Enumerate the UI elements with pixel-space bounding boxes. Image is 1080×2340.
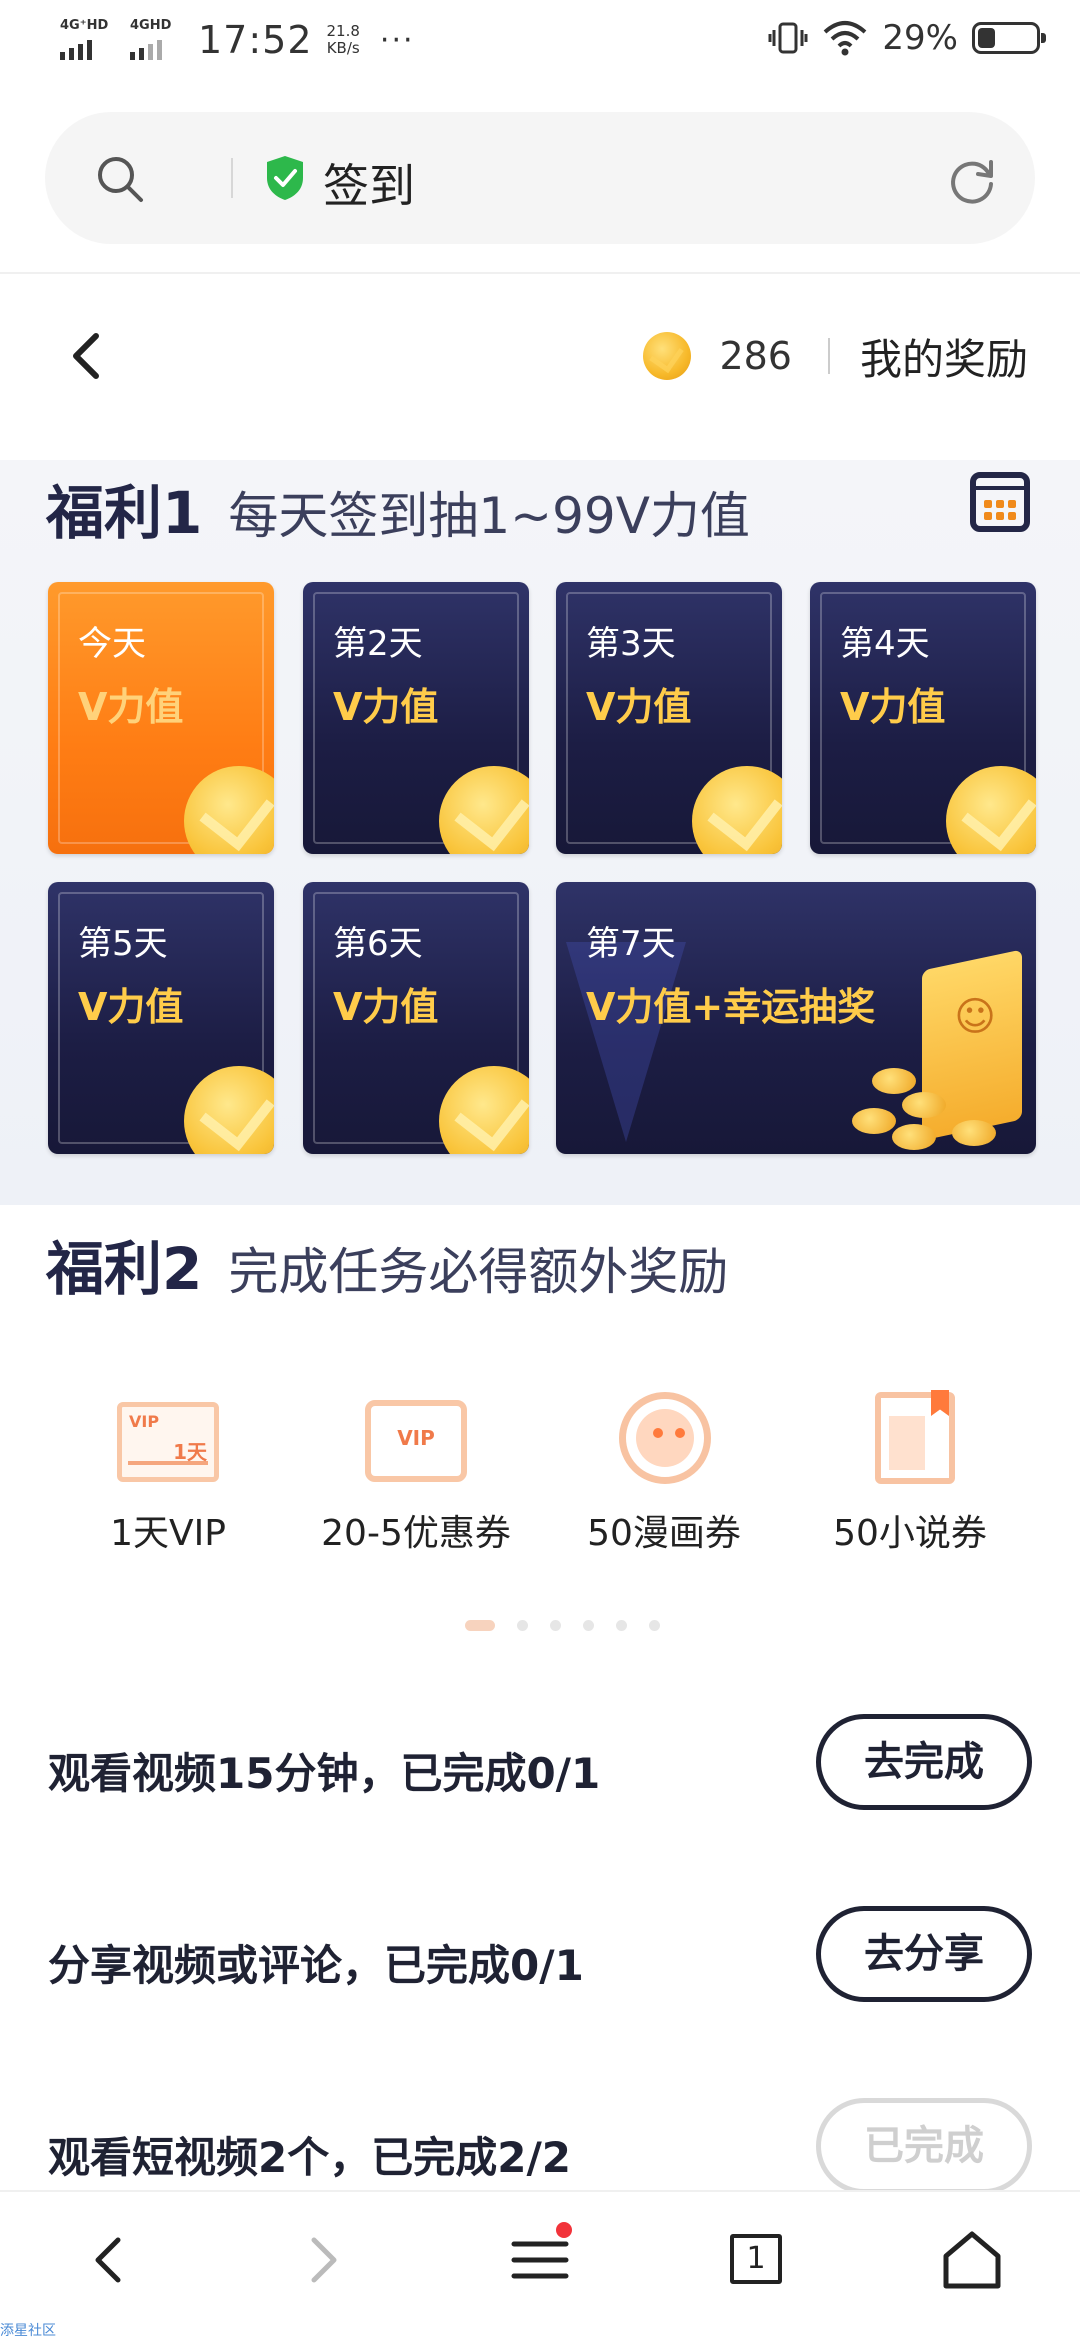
task-row: 观看视频15分钟，已完成0/1 去完成	[48, 1714, 1032, 1814]
sign-in-day-4[interactable]: 第4天 V力值	[810, 582, 1036, 854]
page-title: 签到	[323, 159, 415, 213]
coin-icon	[643, 332, 692, 380]
shield-check-icon	[267, 156, 303, 200]
sign-in-day-5[interactable]: 第5天 V力值	[48, 882, 274, 1154]
forward-icon[interactable]	[284, 2220, 364, 2300]
reward-item: VIP 20-5优惠券	[286, 1390, 546, 1556]
reward-item: 50漫画券	[534, 1390, 794, 1556]
day-reward: V力值	[333, 985, 439, 1029]
sign-in-day-7[interactable]: 第7天 V力值+幸运抽奖 ☺	[556, 882, 1036, 1154]
sign-in-day-2[interactable]: 第2天 V力值	[303, 582, 529, 854]
coupon-icon: VIP	[361, 1390, 471, 1486]
wifi-icon	[824, 21, 867, 56]
coin-count: 286	[719, 334, 792, 378]
reload-icon[interactable]	[945, 154, 999, 208]
reward-label: 50小说券	[833, 1513, 987, 1554]
day-reward: V力值	[840, 685, 946, 729]
bottom-nav: 1 添星社区	[0, 2190, 1080, 2340]
address-bar[interactable]: 签到	[45, 112, 1035, 244]
day-label: 第3天	[586, 624, 676, 664]
more-notifications-icon: ···	[379, 22, 415, 58]
battery-icon	[972, 22, 1046, 54]
menu-icon[interactable]	[500, 2220, 580, 2300]
reward-carousel[interactable]: VIP 1天 1天VIP VIP 20-5优惠券 50漫画券 50小说券	[0, 1390, 1080, 1554]
day-label: 第7天	[586, 924, 676, 964]
task-row: 观看短视频2个，已完成2/2 已完成	[48, 2098, 1032, 2198]
v-logo-icon	[566, 942, 686, 1142]
notification-dot	[556, 2222, 572, 2238]
divider	[827, 338, 830, 374]
reward-label: 1天VIP	[110, 1513, 226, 1554]
search-icon[interactable]	[95, 154, 145, 204]
sign-in-day-6[interactable]: 第6天 V力值	[303, 882, 529, 1154]
reward-label: 20-5优惠券	[321, 1513, 511, 1554]
vip-ticket-icon: VIP 1天	[113, 1390, 223, 1486]
my-rewards-link[interactable]: 我的奖励	[860, 326, 1028, 387]
reward-label: 50漫画券	[587, 1513, 741, 1554]
battery-percent: 29%	[882, 18, 958, 58]
task-text: 分享视频或评论，已完成0/1	[48, 1941, 584, 1990]
calendar-icon[interactable]	[970, 472, 1030, 532]
welfare1-label: 福利1	[46, 479, 203, 547]
day-label: 第4天	[840, 624, 930, 664]
welfare2-heading: 福利2 完成任务必得额外奖励	[46, 1222, 728, 1306]
divider	[231, 158, 233, 198]
carousel-indicator	[0, 1620, 1080, 1636]
go-share-button[interactable]: 去分享	[816, 1906, 1032, 2002]
task-row: 分享视频或评论，已完成0/1 去分享	[48, 1906, 1032, 2006]
task-text: 观看视频15分钟，已完成0/1	[48, 1749, 601, 1798]
coin-summary[interactable]: 286 我的奖励	[643, 326, 1028, 386]
day-reward: V力值	[78, 685, 184, 729]
task-text: 观看短视频2个，已完成2/2	[48, 2133, 572, 2182]
reward-item: VIP 1天 1天VIP	[38, 1390, 298, 1556]
network-speed: 21.8 KB/s	[326, 22, 360, 57]
welfare2-subtitle: 完成任务必得额外奖励	[228, 1243, 729, 1301]
welfare1-heading: 福利1 每天签到抽1~99V力值	[46, 466, 750, 550]
day-reward: V力值+幸运抽奖	[586, 985, 876, 1029]
completed-button: 已完成	[816, 2098, 1032, 2194]
status-bar: 4G⁺HD 4GHD 17:52 21.8 KB/s ··· 29%	[0, 0, 1080, 90]
day-label: 第5天	[78, 924, 168, 964]
vibrate-icon	[768, 22, 808, 54]
network-4g-icon: 4G⁺HD	[58, 18, 114, 62]
go-complete-button[interactable]: 去完成	[816, 1714, 1032, 1810]
divider	[0, 272, 1080, 274]
network-4g-2-icon: 4GHD	[128, 18, 184, 62]
watermark: 添星社区	[0, 2323, 56, 2339]
day-label: 第2天	[333, 624, 423, 664]
manga-icon	[609, 1390, 719, 1486]
back-icon[interactable]	[68, 2220, 148, 2300]
welfare1-subtitle: 每天签到抽1~99V力值	[228, 487, 750, 545]
home-icon[interactable]	[932, 2220, 1012, 2300]
tabs-icon[interactable]: 1	[716, 2220, 796, 2300]
reward-item: 50小说券	[780, 1390, 1040, 1556]
novel-icon	[855, 1390, 965, 1486]
sign-in-day-1[interactable]: 今天 V力值	[48, 582, 274, 854]
day-label: 第6天	[333, 924, 423, 964]
clock: 17:52	[198, 18, 313, 62]
sign-in-day-3[interactable]: 第3天 V力值	[556, 582, 782, 854]
day-reward: V力值	[78, 985, 184, 1029]
lucky-draw-prize-icon: ☺	[852, 944, 1036, 1154]
back-arrow-icon[interactable]	[60, 326, 110, 386]
day-label: 今天	[78, 624, 146, 664]
day-reward: V力值	[333, 685, 439, 729]
day-reward: V力值	[586, 685, 692, 729]
welfare2-label: 福利2	[46, 1235, 203, 1303]
